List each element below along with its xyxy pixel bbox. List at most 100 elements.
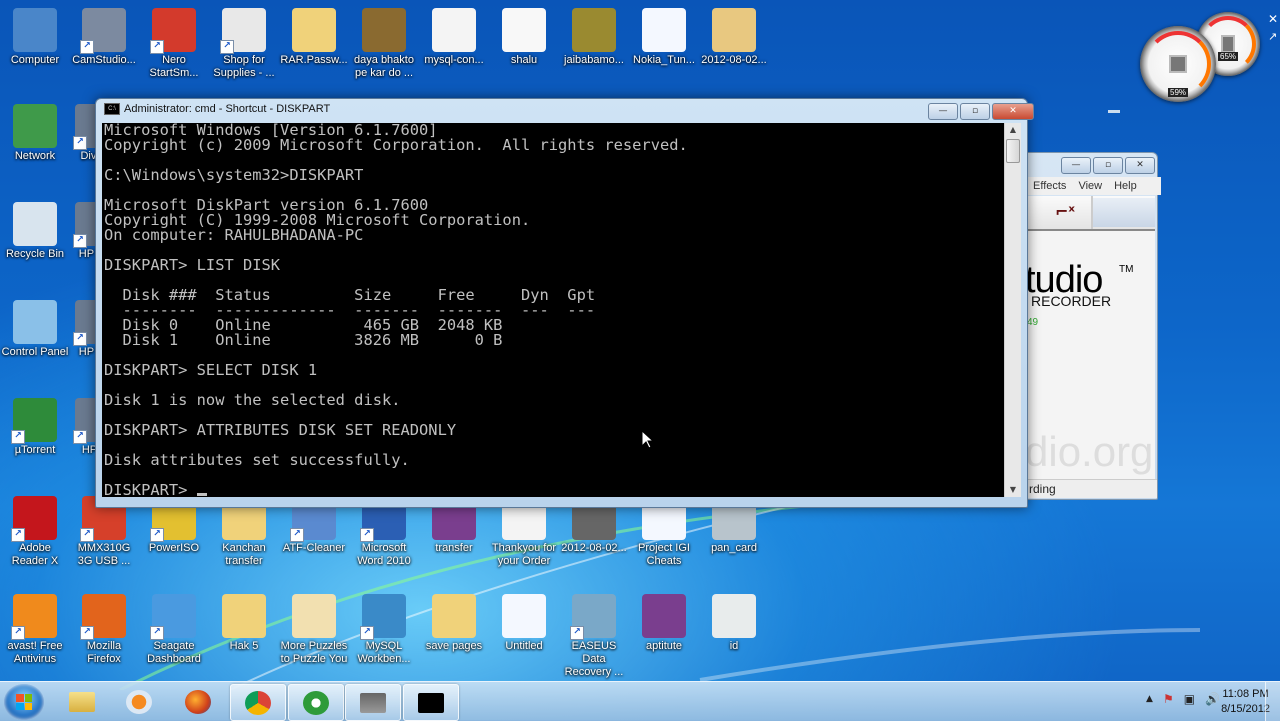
desktop-icon-label: mysql-con... [424,54,484,66]
taskbar-item-utorrent[interactable] [288,684,344,721]
folder-icon [432,594,476,638]
image-icon [572,8,616,52]
document-icon [432,8,476,52]
desktop-icon[interactable]: ↗ EASEUS Data Recovery ... [559,590,629,679]
desktop-icon[interactable]: More Puzzles to Puzzle You [279,590,349,666]
menu-view[interactable]: View [1078,177,1102,195]
seagate-icon: ↗ [150,594,196,640]
desktop-icon[interactable]: Computer [0,4,70,67]
desktop-icon[interactable]: aptitute [629,590,699,653]
taskbar: ▲ ⚑ ▣ 🔊 11:08 PM 8/15/2012 [0,681,1280,721]
camstudio-status-bar: rding [1027,479,1157,498]
desktop-icon[interactable]: id [699,590,769,653]
camstudio-close-button[interactable]: ✕ [1125,157,1155,174]
shortcut-arrow-icon: ↗ [11,430,25,444]
scroll-thumb[interactable] [1006,139,1020,163]
desktop-icon-label: Thankyou for your Order [491,542,557,567]
gadget-options-icon[interactable]: ↗ [1268,30,1277,43]
console-output[interactable]: Microsoft Windows [Version 6.1.7600] Copy… [102,123,1006,497]
desktop-icon[interactable]: Recycle Bin [0,198,70,261]
gadget-close-icon[interactable]: ✕ [1268,12,1278,26]
desktop-icon-label: Kanchan transfer [222,542,266,567]
desktop-icon[interactable]: shalu [489,4,559,67]
cmd-title-bar[interactable]: C:\ Administrator: cmd - Shortcut - DISK… [104,103,330,115]
desktop-icon[interactable]: Network [0,100,70,163]
desktop-icon-label: EASEUS Data Recovery ... [564,640,624,678]
taskbar-item-windows-explorer[interactable] [55,684,109,719]
taskbar-item-cmd[interactable] [403,684,459,721]
cpu-meter-gadget[interactable]: 65% 59% ✕ ↗ [1140,12,1278,102]
desktop-icon-label: Mozilla Firefox [86,640,122,665]
stop-record-icon[interactable]: ⌐ˣ [1055,202,1075,221]
menu-help[interactable]: Help [1114,177,1137,195]
desktop-icon[interactable]: save pages [419,590,489,653]
shortcut-arrow-icon: ↗ [80,626,94,640]
volume-icon[interactable]: 🔊 [1205,692,1220,706]
cmd-icon: C:\ [104,103,120,115]
shortcut-arrow-icon: ↗ [150,626,164,640]
taskbar-item-media-player[interactable] [112,684,166,719]
camstudio-url: dio.org [1027,428,1154,475]
taskbar-item-chrome[interactable] [230,684,286,721]
image-icon [712,594,756,638]
cmd-maximize-button[interactable]: ▫ [960,103,990,120]
desktop-icon[interactable]: ↗ µTorrent [0,394,70,457]
desktop-icon[interactable]: ↗ Nero StartSm... [139,4,209,80]
desktop-icon-label: Computer [10,54,60,66]
desktop-icon[interactable]: jaibabamo... [559,4,629,67]
camstudio-icon [360,692,386,713]
show-hidden-icons-icon[interactable]: ▲ [1146,694,1153,704]
shortcut-arrow-icon: ↗ [73,332,87,346]
control-panel-icon [13,300,57,344]
adobe-reader-icon: ↗ [11,496,57,542]
cmd-window[interactable]: C:\ Administrator: cmd - Shortcut - DISK… [95,98,1034,508]
media-player-icon [126,689,152,714]
desktop-icon[interactable]: 2012-08-02... [699,4,769,67]
taskbar-item-firefox[interactable] [171,684,225,719]
text-cursor [196,493,207,496]
folder-icon [222,594,266,638]
desktop-icon[interactable]: daya bhakto pe kar do ... [349,4,419,80]
desktop-icon[interactable]: ↗ avast! Free Antivirus [0,590,70,666]
mysql-workbench-icon: ↗ [360,594,406,640]
menu-effects[interactable]: Effects [1033,177,1066,195]
desktop-icon-label: CamStudio... [72,54,136,66]
desktop-icon[interactable]: ↗ Mozilla Firefox [69,590,139,666]
taskbar-item-camstudio[interactable] [345,684,401,721]
recycle-bin-icon [13,202,57,246]
desktop-icon[interactable]: Untitled [489,590,559,653]
show-desktop-button[interactable] [1265,682,1280,721]
desktop-icon[interactable]: RAR.Passw... [279,4,349,67]
network-icon[interactable]: ▣ [1184,692,1195,706]
start-button[interactable] [4,684,44,720]
cmd-scrollbar[interactable]: ▲ ▼ [1004,123,1021,497]
camstudio-icon: ↗ [80,8,126,54]
clock[interactable]: 11:08 PM 8/15/2012 [1221,687,1270,717]
console-line: DISKPART> SELECT DISK 1 [104,361,318,379]
desktop-icon[interactable]: Nokia_Tun... [629,4,699,67]
desktop-icon[interactable]: ↗ Shop for Supplies - ... [209,4,279,80]
computer-icon [13,8,57,52]
camstudio-window[interactable]: — ▫ ✕ Effects View Help ⌐ˣ tudio TM RECO… [1027,152,1161,500]
desktop-icon[interactable]: ↗ Seagate Dashboard [139,590,209,666]
scroll-down-arrow-icon[interactable]: ▼ [1005,483,1021,497]
desktop-icon[interactable]: ↗ Adobe Reader X [0,492,70,568]
desktop-icon[interactable]: ↗ MySQL Workben... [349,590,419,666]
cmd-icon [418,692,444,713]
cmd-close-button[interactable]: ✕ [992,103,1034,120]
cmd-window-title: Administrator: cmd - Shortcut - DISKPART [124,103,331,115]
desktop-icon[interactable]: Hak 5 [209,590,279,653]
scroll-up-arrow-icon[interactable]: ▲ [1005,123,1021,137]
cmd-minimize-button[interactable]: — [928,103,958,120]
action-center-icon[interactable]: ⚑ [1163,692,1174,706]
easeus-icon: ↗ [570,594,616,640]
desktop-icon-label: pan_card [711,542,757,554]
shortcut-arrow-icon: ↗ [290,528,304,542]
console-prompt-line[interactable]: DISKPART> [104,482,1006,497]
camstudio-maximize-button[interactable]: ▫ [1093,157,1123,174]
desktop-icon[interactable]: mysql-con... [419,4,489,67]
camstudio-minimize-button[interactable]: — [1061,157,1091,174]
desktop-icon[interactable]: Control Panel [0,296,70,359]
desktop-icon[interactable]: ↗ CamStudio... [69,4,139,67]
